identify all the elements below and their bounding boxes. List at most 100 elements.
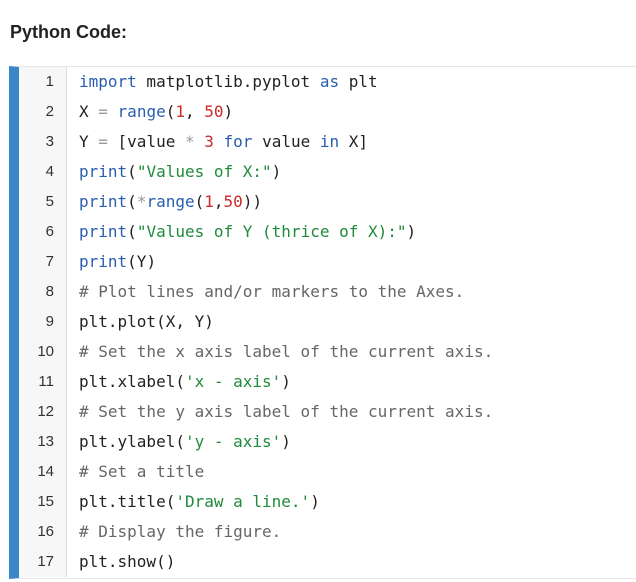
- code-token: *: [184, 132, 195, 151]
- line-number: 1: [19, 67, 67, 97]
- code-token: # Set the y axis label of the current ax…: [79, 402, 494, 421]
- code-token: 3: [204, 132, 214, 151]
- line-number: 9: [19, 307, 67, 337]
- code-text: plt.xlabel('x - axis'): [67, 367, 291, 397]
- code-line: 15 plt.title('Draw a line.'): [19, 487, 636, 517]
- code-token: 1: [204, 192, 214, 211]
- code-text: # Set the y axis label of the current ax…: [67, 397, 493, 427]
- code-line: 4 print("Values of X:"): [19, 157, 636, 187]
- code-line: 17 plt.show(): [19, 547, 636, 577]
- code-text: # Plot lines and/or markers to the Axes.: [67, 277, 464, 307]
- line-number: 6: [19, 217, 67, 247]
- code-text: print(Y): [67, 247, 156, 277]
- code-line: 5 print(*range(1,50)): [19, 187, 636, 217]
- code-text: plt.ylabel('y - axis'): [67, 427, 291, 457]
- code-token: ): [271, 162, 282, 181]
- code-token: plt.ylabel(: [79, 432, 185, 451]
- code-block[interactable]: 1 import matplotlib.pyplot as plt 2 X = ran…: [9, 66, 636, 579]
- code-token: 'Draw a line.': [175, 492, 311, 511]
- code-token: print: [79, 252, 128, 271]
- code-text: X = range(1, 50): [67, 97, 233, 127]
- code-token: # Plot lines and/or markers to the Axes.: [79, 282, 465, 301]
- code-token: X]: [339, 132, 369, 151]
- code-text: plt.title('Draw a line.'): [67, 487, 320, 517]
- code-token: (: [127, 162, 137, 181]
- code-token: as: [319, 72, 340, 91]
- line-number: 15: [19, 487, 67, 517]
- code-token: for: [223, 132, 253, 151]
- code-text: import matplotlib.pyplot as plt: [67, 67, 378, 97]
- code-token: ): [310, 492, 320, 511]
- code-text: print("Values of X:"): [67, 157, 281, 187]
- code-text: print("Values of Y (thrice of X):"): [67, 217, 416, 247]
- code-token: 50: [204, 102, 224, 121]
- code-token: ,: [213, 192, 224, 211]
- code-token: )): [242, 192, 263, 211]
- line-number: 13: [19, 427, 67, 457]
- line-number: 2: [19, 97, 67, 127]
- line-number: 16: [19, 517, 67, 547]
- code-text: Y = [value * 3 for value in X]: [67, 127, 368, 157]
- code-token: 50: [223, 192, 243, 211]
- code-token: # Set the x axis label of the current ax…: [79, 342, 494, 361]
- code-token: plt.show(): [79, 552, 176, 571]
- line-number: 4: [19, 157, 67, 187]
- code-line: 6 print("Values of Y (thrice of X):"): [19, 217, 636, 247]
- line-number: 14: [19, 457, 67, 487]
- code-token: (: [165, 102, 176, 121]
- code-token: =: [98, 132, 108, 151]
- code-token: 1: [175, 102, 185, 121]
- code-token: ): [281, 432, 291, 451]
- code-token: range: [146, 192, 195, 211]
- code-token: "Values of X:": [136, 162, 272, 181]
- page-heading: Python Code:: [10, 22, 127, 42]
- code-line: 12 # Set the y axis label of the current …: [19, 397, 636, 427]
- code-text: plt.plot(X, Y): [67, 307, 214, 337]
- line-number: 17: [19, 547, 67, 577]
- code-line: 14 # Set a title: [19, 457, 636, 487]
- code-token: range: [117, 102, 166, 121]
- code-token: ): [406, 222, 417, 241]
- code-token: plt: [339, 72, 378, 91]
- code-token: print: [79, 162, 128, 181]
- code-text: # Set the x axis label of the current ax…: [67, 337, 493, 367]
- code-token: ): [223, 102, 234, 121]
- code-token: (Y): [127, 252, 157, 271]
- code-line: 9 plt.plot(X, Y): [19, 307, 636, 337]
- code-token: (: [194, 192, 205, 211]
- code-token: Y: [79, 132, 99, 151]
- code-token: # Display the figure.: [79, 522, 282, 541]
- code-token: X: [79, 102, 99, 121]
- code-token: [value: [107, 132, 185, 151]
- line-number: 3: [19, 127, 67, 157]
- code-token: (: [127, 222, 137, 241]
- code-token: import: [79, 72, 137, 91]
- line-number: 12: [19, 397, 67, 427]
- code-text: # Set a title: [67, 457, 204, 487]
- code-line: 3Y = [value * 3 for value in X]: [19, 127, 636, 157]
- code-token: matplotlib.pyplot: [136, 72, 320, 91]
- code-token: value: [252, 132, 320, 151]
- code-token: 'y - axis': [184, 432, 282, 451]
- line-number: 11: [19, 367, 67, 397]
- code-token: (: [127, 192, 137, 211]
- line-number: 8: [19, 277, 67, 307]
- code-token: plt.plot(X, Y): [79, 312, 214, 331]
- code-line: 11 plt.xlabel('x - axis'): [19, 367, 636, 397]
- code-line: 1 import matplotlib.pyplot as plt: [19, 67, 636, 97]
- code-token: ): [281, 372, 291, 391]
- code-token: plt.xlabel(: [79, 372, 185, 391]
- code-token: print: [79, 222, 128, 241]
- line-number: 7: [19, 247, 67, 277]
- line-number: 10: [19, 337, 67, 367]
- code-text: print(*range(1,50)): [67, 187, 262, 217]
- code-text: # Display the figure.: [67, 517, 281, 547]
- code-line: 10 # Set the x axis label of the current …: [19, 337, 636, 367]
- code-line: 2X = range(1, 50): [19, 97, 636, 127]
- code-token: "Values of Y (thrice of X):": [136, 222, 407, 241]
- code-text: plt.show(): [67, 547, 175, 577]
- code-line: 7 print(Y): [19, 247, 636, 277]
